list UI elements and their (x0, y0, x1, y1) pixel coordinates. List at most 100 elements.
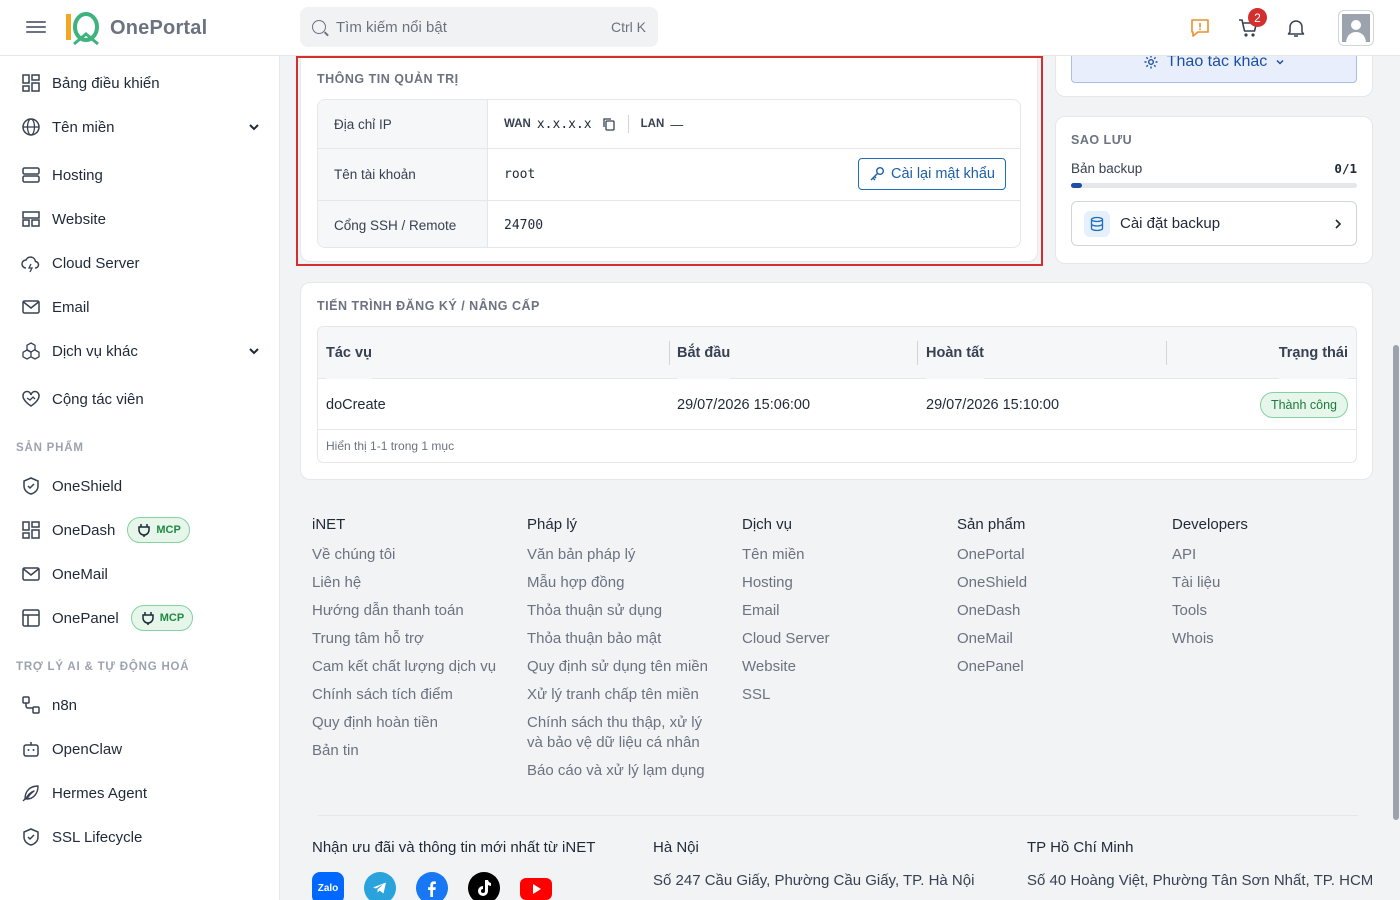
dashboard-icon (20, 72, 42, 94)
footer-link[interactable]: Hosting (742, 573, 942, 593)
search-input[interactable] (336, 18, 611, 36)
footer-link[interactable]: Văn bản pháp lý (527, 545, 727, 565)
search-box[interactable]: Ctrl K (300, 7, 658, 47)
footer-link[interactable]: OneDash (957, 601, 1157, 621)
footer-link[interactable]: OnePortal (957, 545, 1157, 565)
globe-icon (20, 116, 42, 138)
footer-link[interactable]: Whois (1172, 629, 1372, 649)
footer-col-services: Dịch vụ Tên miền Hosting Email Cloud Ser… (742, 516, 942, 713)
zalo-icon[interactable]: Zalo (312, 872, 344, 900)
sidebar-item-cloud-server[interactable]: Cloud Server (20, 248, 264, 278)
backup-setup-label: Cài đặt backup (1120, 215, 1221, 232)
feedback-icon[interactable] (1188, 16, 1212, 40)
mail-icon (20, 563, 42, 585)
backup-setup-button[interactable]: Cài đặt backup (1071, 201, 1357, 246)
sidebar-item-oneshield[interactable]: OneShield (20, 471, 264, 501)
menu-icon[interactable] (26, 18, 46, 38)
footer-link[interactable]: Website (742, 657, 942, 677)
footer-link[interactable]: Thỏa thuận bảo mật (527, 629, 727, 649)
newsletter-title: Nhận ưu đãi và thông tin mới nhất từ iNE… (312, 839, 596, 856)
table-header (318, 327, 1356, 379)
sidebar-item-other-services[interactable]: Dịch vụ khác (20, 336, 264, 366)
sidebar-item-label: Tên miền (52, 118, 115, 136)
footer-link[interactable]: API (1172, 545, 1372, 565)
sidebar-item-label: Cloud Server (52, 254, 140, 272)
footer-link[interactable]: Thỏa thuận sử dụng (527, 601, 727, 621)
sidebar-item-domains[interactable]: Tên miền (20, 112, 264, 142)
sidebar-item-hosting[interactable]: Hosting (20, 160, 264, 190)
footer-link[interactable]: Quy định sử dụng tên miền (527, 657, 727, 677)
sidebar-item-openclaw[interactable]: OpenClaw (20, 734, 264, 764)
footer-link[interactable]: OnePanel (957, 657, 1157, 677)
sidebar-item-n8n[interactable]: n8n (20, 690, 264, 720)
youtube-icon[interactable] (520, 872, 552, 900)
footer-link[interactable]: Cloud Server (742, 629, 942, 649)
footer-link[interactable]: Email (742, 601, 942, 621)
sidebar-item-onemail[interactable]: OneMail (20, 559, 264, 589)
sidebar-item-email[interactable]: Email (20, 292, 264, 322)
footer-link[interactable]: Quy định hoàn tiền (312, 713, 512, 733)
sidebar-item-onedash[interactable]: OneDash MCP (20, 515, 264, 545)
footer-col-title: Dịch vụ (742, 516, 793, 533)
layout-icon (20, 208, 42, 230)
hanoi-title: Hà Nội (653, 839, 699, 856)
col-separator (1166, 341, 1167, 365)
heart-handshake-icon (20, 388, 42, 410)
sidebar-item-label: OneShield (52, 477, 123, 495)
shield-icon (20, 475, 42, 497)
hcm-address: Số 40 Hoàng Việt, Phường Tân Sơn Nhất, T… (1027, 872, 1374, 889)
table-footer: Hiển thị 1-1 trong 1 mục (326, 439, 455, 453)
backup-title: SAO LƯU (1071, 133, 1133, 147)
footer-link[interactable]: Liên hệ (312, 573, 512, 593)
footer-link[interactable]: Báo cáo và xử lý lạm dụng (527, 761, 727, 781)
scrollbar[interactable] (1393, 345, 1399, 820)
bot-icon (20, 738, 42, 760)
sidebar-item-dashboard[interactable]: Bảng điều khiển (20, 68, 264, 98)
sidebar-item-affiliate[interactable]: Cộng tác viên (20, 384, 264, 414)
avatar[interactable] (1338, 10, 1374, 46)
footer-link[interactable]: SSL (742, 685, 942, 705)
sidebar-item-label: SSL Lifecycle (52, 828, 143, 846)
status-badge: Thành công (1259, 392, 1348, 418)
cloud-icon (20, 252, 42, 274)
backup-progress (1071, 183, 1357, 188)
col-start: Bắt đầu (677, 327, 731, 379)
footer-link[interactable]: Chính sách thu thập, xử lý và bảo vệ dữ … (527, 713, 712, 753)
sidebar-item-hermes-agent[interactable]: Hermes Agent (20, 778, 264, 808)
feather-icon (20, 782, 42, 804)
top-header: OnePortal Ctrl K 2 (0, 0, 1400, 56)
sidebar-item-label: Website (52, 210, 106, 228)
plug-icon (141, 612, 154, 625)
cart-count-badge: 2 (1248, 8, 1267, 27)
tiktok-icon[interactable] (468, 872, 500, 900)
mcp-badge: MCP (127, 517, 190, 543)
facebook-icon[interactable] (416, 872, 448, 900)
table-cell-task: doCreate (326, 396, 386, 413)
footer-link[interactable]: Bản tin (312, 741, 512, 761)
sidebar-item-label: OpenClaw (52, 740, 123, 758)
footer-link[interactable]: Xử lý tranh chấp tên miền (527, 685, 727, 705)
footer-link[interactable]: Về chúng tôi (312, 545, 512, 565)
footer-link[interactable]: Trung tâm hỗ trợ (312, 629, 512, 649)
footer-link[interactable]: Tools (1172, 601, 1372, 621)
bell-icon[interactable] (1284, 16, 1308, 40)
footer-col-legal: Pháp lý Văn bản pháp lý Mẫu hợp đồng Thỏ… (527, 516, 727, 789)
footer-link[interactable]: OneMail (957, 629, 1157, 649)
sidebar-item-label: OneDash (52, 521, 116, 539)
sidebar-item-ssl-lifecycle[interactable]: SSL Lifecycle (20, 822, 264, 852)
footer-link[interactable]: OneShield (957, 573, 1157, 593)
process-table: Tác vụ Bắt đầu Hoàn tất Trạng thái doCre… (317, 326, 1357, 463)
sidebar-item-label: Hermes Agent (52, 784, 148, 802)
footer-link[interactable]: Tài liệu (1172, 573, 1372, 593)
footer-link[interactable]: Hướng dẫn thanh toán (312, 601, 512, 621)
logo[interactable]: OnePortal (64, 10, 207, 46)
telegram-icon[interactable] (364, 872, 396, 900)
chevron-down-icon (1276, 59, 1284, 65)
footer-link[interactable]: Mẫu hợp đồng (527, 573, 727, 593)
sidebar-item-website[interactable]: Website (20, 204, 264, 234)
sidebar-item-onepanel[interactable]: OnePanel MCP (20, 603, 264, 633)
footer-link[interactable]: Cam kết chất lượng dịch vụ (312, 657, 512, 677)
footer-link[interactable]: Chính sách tích điểm (312, 685, 512, 705)
footer-link[interactable]: Tên miền (742, 545, 942, 565)
shield-check-icon (20, 826, 42, 848)
